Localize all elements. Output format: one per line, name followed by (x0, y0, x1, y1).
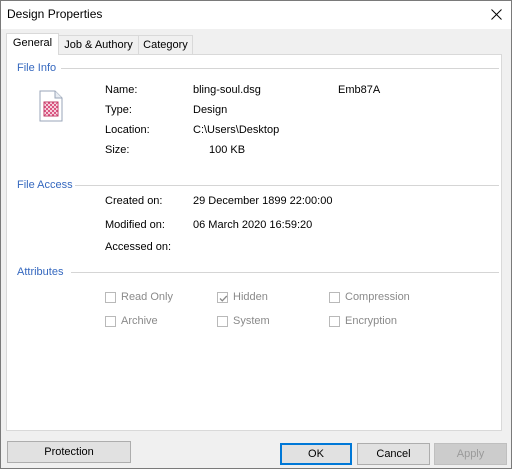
cancel-button[interactable]: Cancel (357, 443, 430, 465)
read-only-label: Read Only (121, 291, 173, 303)
tab-category-label: Category (143, 39, 188, 51)
cancel-button-label: Cancel (376, 448, 411, 460)
accessed-label: Accessed on: (105, 241, 172, 253)
hidden-checkbox[interactable] (217, 292, 228, 303)
tab-general[interactable]: General (6, 33, 59, 55)
apply-button[interactable]: Apply (434, 443, 507, 465)
name-value: bling-soul.dsg (193, 84, 261, 96)
ok-button[interactable]: OK (280, 443, 352, 465)
location-label: Location: (105, 124, 150, 136)
modified-label: Modified on: (105, 219, 165, 231)
compression-checkbox[interactable] (329, 292, 340, 303)
name-label: Name: (105, 84, 138, 96)
tab-job-authory[interactable]: Job & Authory (58, 35, 139, 55)
attributes-divider (71, 272, 499, 273)
modified-value: 06 March 2020 16:59:20 (193, 219, 313, 231)
read-only-checkbox[interactable] (105, 292, 116, 303)
properties-window: Design Properties General Job & Authory … (0, 0, 512, 469)
location-value: C:\Users\Desktop (193, 124, 280, 136)
created-label: Created on: (105, 195, 163, 207)
hidden-label: Hidden (233, 291, 268, 303)
attributes-group-label: Attributes (17, 266, 66, 278)
title-bar: Design Properties (1, 1, 511, 29)
close-button[interactable] (481, 1, 511, 29)
file-icon (39, 90, 63, 122)
system-checkbox[interactable] (217, 316, 228, 327)
ok-button-label: OK (308, 448, 324, 460)
size-value: 100 KB (209, 144, 246, 156)
tab-job-authory-label: Job & Authory (64, 39, 133, 51)
created-value: 29 December 1899 22:00:00 (193, 195, 333, 207)
size-label: Size: (105, 144, 130, 156)
window-title: Design Properties (7, 7, 103, 21)
protection-button-label: Protection (44, 446, 94, 458)
close-icon (491, 9, 502, 20)
protection-button[interactable]: Protection (7, 441, 131, 463)
system-label: System (233, 315, 270, 327)
tab-category[interactable]: Category (138, 35, 193, 55)
encryption-checkbox[interactable] (329, 316, 340, 327)
type-value: Design (193, 104, 228, 116)
check-icon (219, 295, 228, 302)
file-access-group-label: File Access (17, 179, 75, 191)
file-info-group-label: File Info (17, 62, 59, 74)
archive-checkbox[interactable] (105, 316, 116, 327)
file-info-divider (61, 68, 499, 69)
name-extra-value: Emb87A (338, 84, 381, 96)
file-access-divider (75, 185, 499, 186)
type-label: Type: (105, 104, 132, 116)
apply-button-label: Apply (456, 448, 485, 460)
general-tab-panel (6, 54, 502, 431)
archive-label: Archive (121, 315, 158, 327)
tab-general-label: General (12, 37, 53, 49)
compression-label: Compression (345, 291, 410, 303)
encryption-label: Encryption (345, 315, 397, 327)
